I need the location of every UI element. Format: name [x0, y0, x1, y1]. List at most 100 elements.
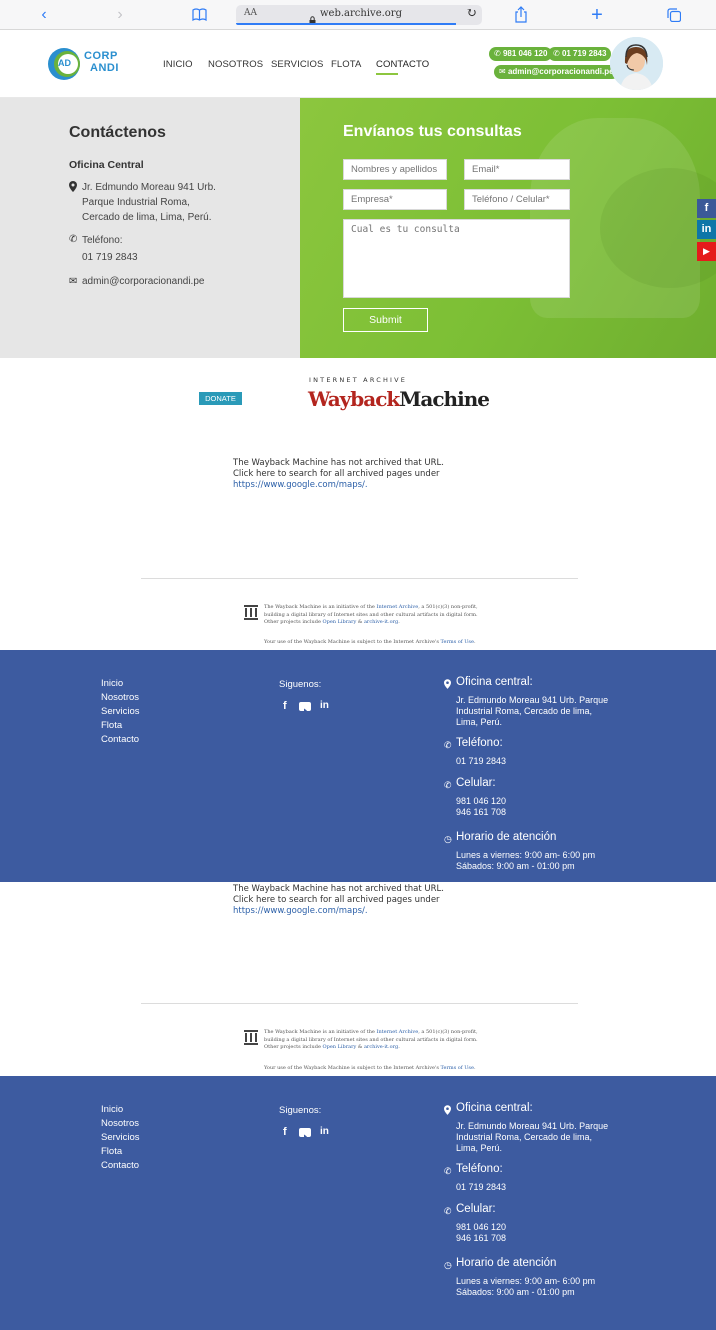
wayback-search-link[interactable]: https://www.google.com/maps/.	[233, 906, 444, 917]
phone-icon: ✆	[444, 1206, 452, 1216]
footer-link-servicios[interactable]: Servicios	[101, 705, 140, 719]
nav-servicios[interactable]: SERVICIOS	[271, 59, 323, 70]
hours-line: Lunes a viernes: 9:00 am- 6:00 pm	[456, 1276, 596, 1286]
footer-office-heading: Oficina central:	[456, 676, 533, 688]
ia-foot-text: .	[398, 619, 400, 625]
facebook-icon[interactable]: f	[283, 1126, 287, 1138]
linkedin-icon[interactable]: in	[320, 1126, 329, 1137]
phone-icon: ✆	[69, 234, 78, 245]
follow-label: Siguenos:	[279, 1105, 322, 1116]
ia-foot-text: Your use of the Wayback Machine is subje…	[264, 639, 441, 645]
archive-it-link[interactable]: archive-it.org	[364, 1044, 398, 1050]
header-cell-pill[interactable]: ✆ 981 046 120	[489, 47, 553, 61]
nav-inicio[interactable]: INICIO	[163, 59, 193, 70]
ia-foot-text: &	[356, 1044, 364, 1050]
ia-foot-text: The Wayback Machine is an initiative of …	[264, 1029, 377, 1035]
chevron-right-icon[interactable]: ›	[108, 0, 132, 30]
terms-of-use-link[interactable]: Terms of Use	[441, 1065, 474, 1071]
cell-number: 981 046 120	[456, 796, 507, 806]
side-facebook-icon[interactable]: f	[697, 199, 716, 218]
submit-button[interactable]: Submit	[343, 308, 428, 332]
address-line: Parque Industrial Roma,	[82, 197, 190, 208]
youtube-icon[interactable]	[299, 702, 311, 713]
header-cell-number: 981 046 120	[502, 49, 548, 58]
map-pin-icon	[69, 181, 77, 195]
wayback-machine-logo[interactable]: WaybackMachine	[308, 387, 490, 411]
footer-phone-heading: Teléfono:	[456, 1163, 503, 1175]
plus-icon[interactable]: +	[585, 0, 609, 30]
ia-foot-text: building a digital library of Internet s…	[264, 1036, 478, 1043]
footer-link-flota[interactable]: Flota	[101, 719, 140, 733]
side-youtube-icon[interactable]: ▶	[697, 242, 716, 261]
header-phone-pill[interactable]: ✆ 01 719 2843	[548, 47, 612, 61]
phone-label: Teléfono:	[82, 235, 123, 246]
map-pin-icon	[444, 679, 451, 691]
lock-icon	[309, 10, 316, 25]
nav-contacto[interactable]: CONTACTO	[376, 59, 429, 70]
office-address: Jr. Edmundo Moreau 941 Urb. Parque Indus…	[82, 180, 216, 225]
contact-email[interactable]: admin@corporacionandi.pe	[82, 274, 204, 289]
wayback-msg-line: The Wayback Machine has not archived tha…	[233, 884, 444, 894]
archive-it-link[interactable]: archive-it.org	[364, 619, 398, 625]
footer-phone: 01 719 2843	[456, 1182, 507, 1192]
archive-building-icon	[244, 1030, 258, 1045]
footer-link-contacto[interactable]: Contacto	[101, 733, 140, 747]
side-linkedin-icon[interactable]: in	[697, 220, 716, 239]
name-input[interactable]	[343, 159, 447, 180]
linkedin-icon[interactable]: in	[320, 700, 329, 711]
footer-link-inicio[interactable]: Inicio	[101, 1103, 140, 1117]
phone-icon: ✆	[444, 1166, 452, 1176]
reader-aa-button[interactable]: AA	[244, 8, 257, 18]
ia-link[interactable]: Internet Archive	[376, 1029, 418, 1035]
donate-button[interactable]: DONATE	[199, 392, 242, 405]
open-library-link[interactable]: Open Library	[323, 1044, 357, 1050]
phone-input[interactable]	[464, 189, 570, 210]
youtube-icon[interactable]	[299, 1128, 311, 1139]
footer-link-inicio[interactable]: Inicio	[101, 677, 140, 691]
follow-label: Siguenos:	[279, 679, 322, 690]
phone-icon: ✆	[444, 740, 452, 750]
chevron-left-icon[interactable]: ‹	[32, 0, 56, 30]
nav-flota[interactable]: FLOTA	[331, 59, 361, 70]
mail-icon: ✉	[69, 276, 78, 287]
tabs-icon[interactable]	[667, 8, 682, 23]
footer-phone: 01 719 2843	[456, 756, 507, 766]
hours-line: Sábados: 9:00 am - 01:00 pm	[456, 861, 575, 871]
facebook-icon[interactable]: f	[283, 700, 287, 712]
site-footer: Inicio Nosotros Servicios Flota Contacto…	[0, 650, 716, 882]
company-input[interactable]	[343, 189, 447, 210]
footer-link-nosotros[interactable]: Nosotros	[101, 1117, 140, 1131]
address-bar[interactable]: AA web.archive.org ↻	[236, 5, 482, 25]
footer-link-servicios[interactable]: Servicios	[101, 1131, 140, 1145]
contact-title: Contáctenos	[69, 124, 166, 141]
reload-icon[interactable]: ↻	[466, 6, 477, 21]
clock-icon: ◷	[444, 834, 452, 844]
email-input[interactable]	[464, 159, 570, 180]
divider	[141, 1003, 578, 1004]
share-icon[interactable]	[514, 6, 528, 23]
book-icon[interactable]	[192, 8, 207, 22]
footer-link-contacto[interactable]: Contacto	[101, 1159, 140, 1173]
footer-cells: 981 046 120 946 161 708	[456, 796, 506, 818]
address-line: Jr. Edmundo Moreau 941 Urb. Parque	[456, 695, 609, 705]
ia-foot-text: &	[356, 619, 364, 625]
nav-nosotros[interactable]: NOSOTROS	[208, 59, 263, 70]
clock-icon: ◷	[444, 1260, 452, 1270]
wayback-search-link[interactable]: https://www.google.com/maps/.	[233, 480, 444, 491]
cell-number: 981 046 120	[456, 1222, 507, 1232]
footer-link-flota[interactable]: Flota	[101, 1145, 140, 1159]
office-label: Oficina Central	[69, 159, 144, 171]
footer-phone-heading: Teléfono:	[456, 737, 503, 749]
header-email-pill[interactable]: ✉ admin@corporacionandi.pe	[494, 65, 619, 79]
message-textarea[interactable]	[343, 219, 570, 298]
ia-link[interactable]: Internet Archive	[376, 604, 418, 610]
open-library-link[interactable]: Open Library	[323, 619, 357, 625]
wayback-message: The Wayback Machine has not archived tha…	[233, 884, 444, 917]
phone-icon: ✆	[553, 49, 560, 58]
wayback-msg-line: Click here to search for all archived pa…	[233, 895, 440, 905]
ia-foot-text: .	[398, 1044, 400, 1050]
corpandi-logo[interactable]: AD CORP ANDI	[46, 42, 126, 86]
wayback-msg-line: The Wayback Machine has not archived tha…	[233, 458, 444, 468]
terms-of-use-link[interactable]: Terms of Use	[441, 639, 474, 645]
footer-link-nosotros[interactable]: Nosotros	[101, 691, 140, 705]
